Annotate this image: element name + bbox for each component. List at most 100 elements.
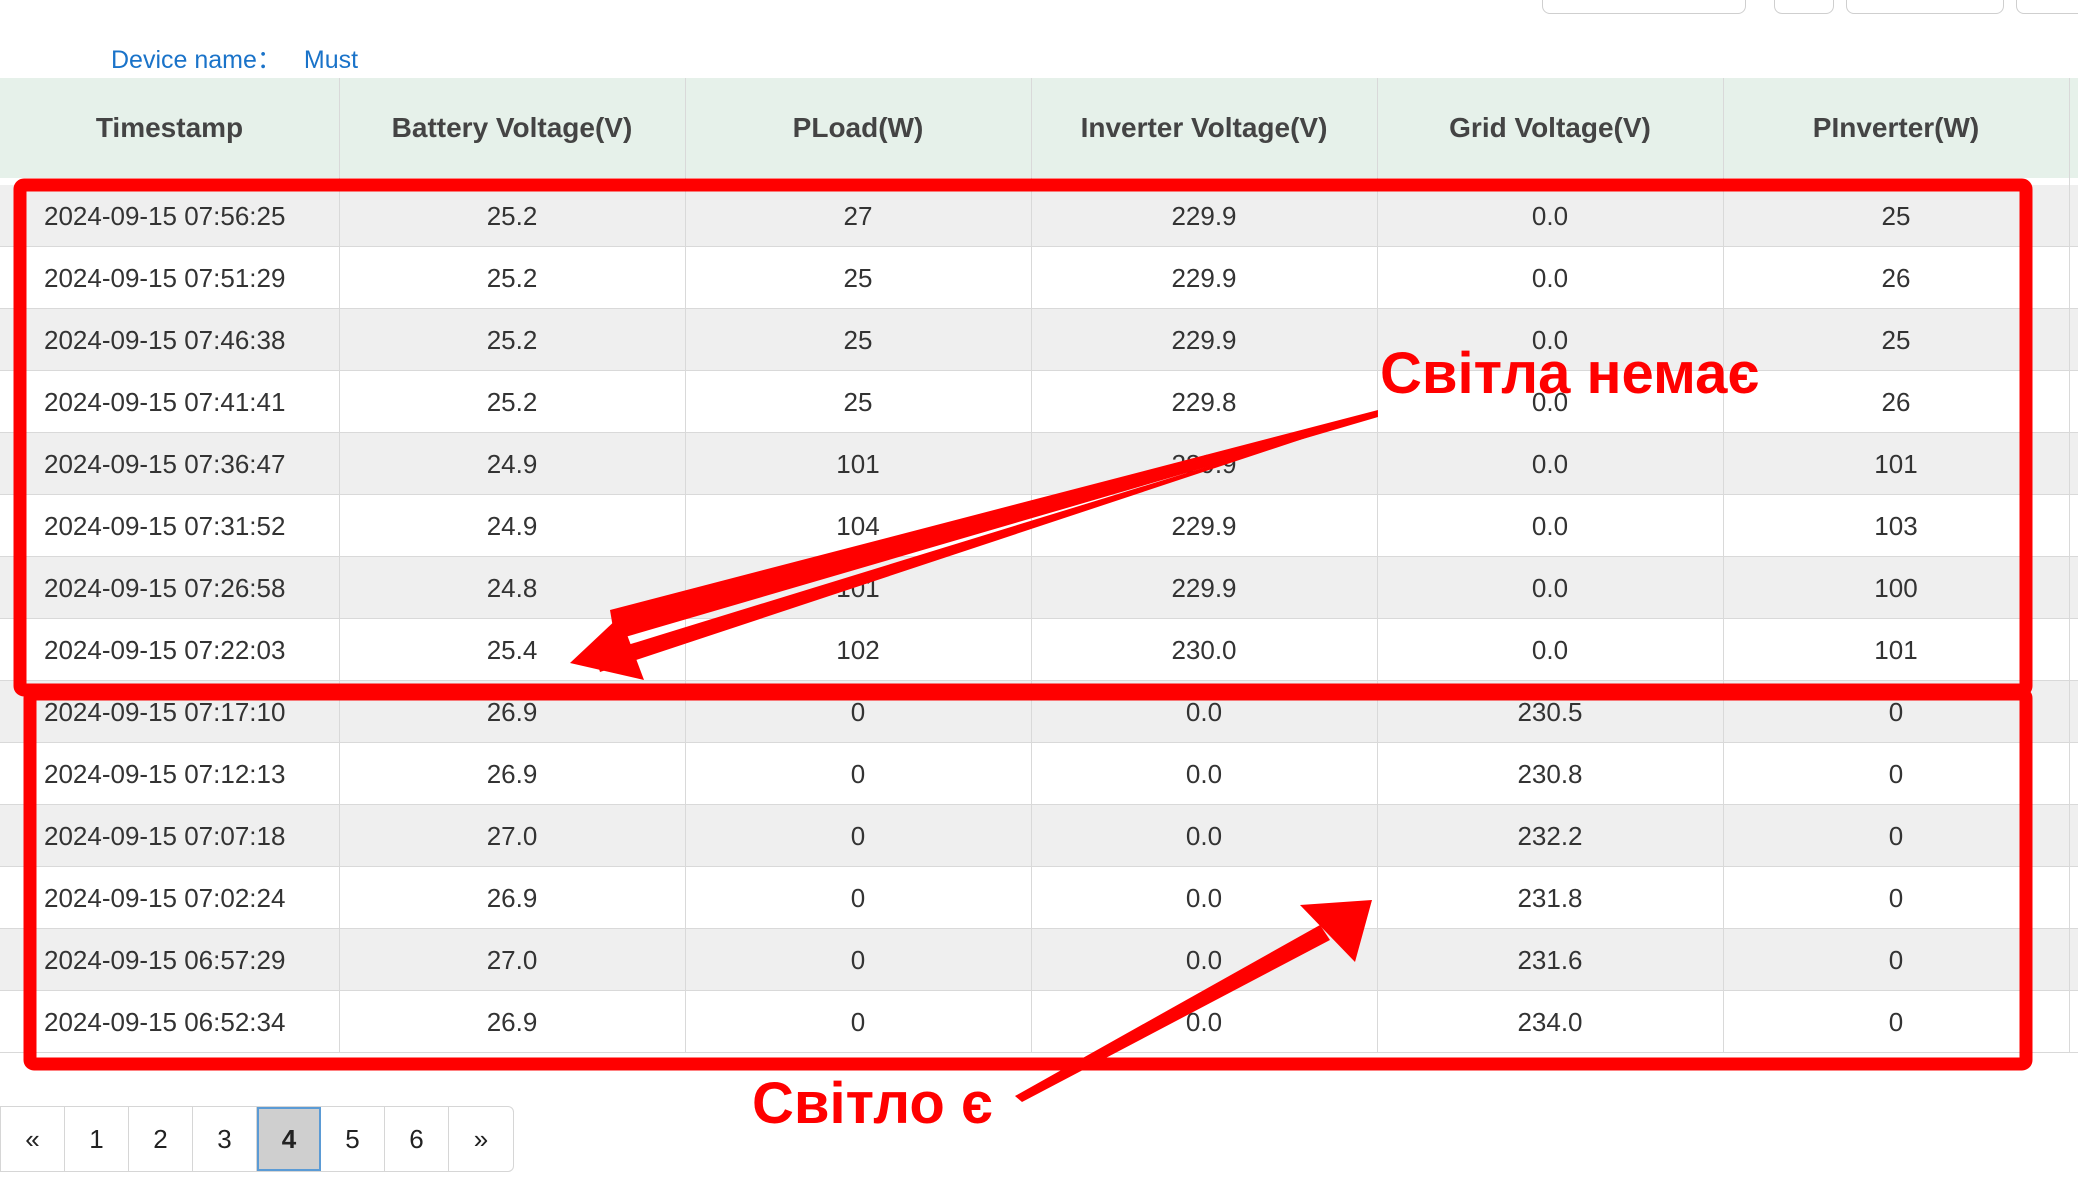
cell-timestamp: 2024-09-15 07:12:13 bbox=[44, 758, 286, 789]
cell-pload: 25 bbox=[843, 262, 873, 293]
cell-timestamp: 2024-09-15 07:41:41 bbox=[44, 386, 286, 417]
table-row: 2024-09-15 06:52:34 26.9 0 0.0 234.0 0 bbox=[0, 991, 2078, 1053]
cell-inverter-voltage: 230.0 bbox=[1171, 634, 1237, 665]
pagination-page-4[interactable]: 4 bbox=[257, 1107, 321, 1171]
table-row: 2024-09-15 07:17:10 26.9 0 0.0 230.5 0 bbox=[0, 681, 2078, 743]
table-header: Timestamp Battery Voltage(V) PLoad(W) Inver… bbox=[0, 78, 2078, 178]
cell-pinverter: 0 bbox=[1888, 758, 1904, 789]
cell-timestamp: 2024-09-15 07:17:10 bbox=[44, 696, 286, 727]
table-row: 2024-09-15 07:26:58 24.8 101 229.9 0.0 100 bbox=[0, 557, 2078, 619]
cell-battery-voltage: 25.2 bbox=[486, 386, 538, 417]
cell-inverter-voltage: 0.0 bbox=[1185, 882, 1223, 913]
cell-grid-voltage: 230.8 bbox=[1517, 758, 1583, 789]
cell-pinverter: 0 bbox=[1888, 1006, 1904, 1037]
column-header-inverter-voltage[interactable]: Inverter Voltage(V) bbox=[1031, 78, 1377, 178]
cell-inverter-voltage: 0.0 bbox=[1185, 944, 1223, 975]
cell-timestamp: 2024-09-15 07:36:47 bbox=[44, 448, 286, 479]
pagination: « 1 2 3 4 5 6 » bbox=[0, 1106, 514, 1172]
top-extra-button[interactable] bbox=[2016, 0, 2078, 14]
table-row: 2024-09-15 07:41:41 25.2 25 229.8 0.0 26 bbox=[0, 371, 2078, 433]
pagination-page-2[interactable]: 2 bbox=[129, 1107, 193, 1171]
cell-pload: 104 bbox=[836, 510, 880, 541]
cell-inverter-voltage: 229.9 bbox=[1171, 510, 1237, 541]
column-divider bbox=[1377, 78, 1378, 1053]
cell-grid-voltage: 231.8 bbox=[1517, 882, 1583, 913]
annotation-power-on: Світло є bbox=[752, 1071, 993, 1136]
table-row: 2024-09-15 07:36:47 24.9 101 229.9 0.0 101 bbox=[0, 433, 2078, 495]
table-row: 2024-09-15 07:02:24 26.9 0 0.0 231.8 0 bbox=[0, 867, 2078, 929]
cell-inverter-voltage: 0.0 bbox=[1185, 820, 1223, 851]
cell-grid-voltage: 232.2 bbox=[1517, 820, 1583, 851]
pagination-next[interactable]: » bbox=[449, 1107, 513, 1171]
pagination-page-1[interactable]: 1 bbox=[65, 1107, 129, 1171]
pagination-page-6[interactable]: 6 bbox=[385, 1107, 449, 1171]
cell-timestamp: 2024-09-15 07:26:58 bbox=[44, 572, 286, 603]
cell-inverter-voltage: 229.9 bbox=[1171, 572, 1237, 603]
device-name-value[interactable]: Must bbox=[304, 46, 358, 74]
device-name: Device name： Must bbox=[111, 40, 358, 76]
column-header-battery-voltage[interactable]: Battery Voltage(V) bbox=[339, 78, 685, 178]
cell-timestamp: 2024-09-15 07:31:52 bbox=[44, 510, 286, 541]
table-row: 2024-09-15 07:56:25 25.2 27 229.9 0.0 25 bbox=[0, 185, 2078, 247]
cell-grid-voltage: 0.0 bbox=[1531, 634, 1569, 665]
cell-inverter-voltage: 229.9 bbox=[1171, 448, 1237, 479]
cell-pinverter: 0 bbox=[1888, 696, 1904, 727]
cell-timestamp: 2024-09-15 06:57:29 bbox=[44, 944, 286, 975]
column-divider bbox=[2069, 78, 2070, 1053]
cell-pinverter: 101 bbox=[1874, 448, 1918, 479]
cell-inverter-voltage: 229.9 bbox=[1171, 262, 1237, 293]
top-filter-input[interactable] bbox=[1542, 0, 1746, 14]
cell-pload: 0 bbox=[850, 882, 866, 913]
column-header-pload[interactable]: PLoad(W) bbox=[685, 78, 1031, 178]
cell-pload: 0 bbox=[850, 696, 866, 727]
cell-grid-voltage: 231.6 bbox=[1517, 944, 1583, 975]
column-header-timestamp[interactable]: Timestamp bbox=[0, 78, 339, 178]
column-divider bbox=[1031, 78, 1032, 1053]
cell-battery-voltage: 25.2 bbox=[486, 262, 538, 293]
table-row: 2024-09-15 07:46:38 25.2 25 229.9 0.0 25 bbox=[0, 309, 2078, 371]
cell-battery-voltage: 24.9 bbox=[486, 448, 538, 479]
column-divider bbox=[685, 78, 686, 1053]
cell-grid-voltage: 230.5 bbox=[1517, 696, 1583, 727]
cell-pinverter: 25 bbox=[1881, 200, 1911, 231]
cell-battery-voltage: 25.2 bbox=[486, 200, 538, 231]
cell-battery-voltage: 25.4 bbox=[486, 634, 538, 665]
cell-grid-voltage: 0.0 bbox=[1531, 448, 1569, 479]
cell-grid-voltage: 0.0 bbox=[1531, 200, 1569, 231]
column-header-pinverter[interactable]: PInverter(W) bbox=[1723, 78, 2069, 178]
cell-pinverter: 25 bbox=[1881, 324, 1911, 355]
cell-battery-voltage: 27.0 bbox=[486, 820, 538, 851]
cell-inverter-voltage: 0.0 bbox=[1185, 758, 1223, 789]
cell-inverter-voltage: 229.8 bbox=[1171, 386, 1237, 417]
cell-pload: 102 bbox=[836, 634, 880, 665]
cell-pinverter: 0 bbox=[1888, 882, 1904, 913]
table-row: 2024-09-15 07:12:13 26.9 0 0.0 230.8 0 bbox=[0, 743, 2078, 805]
cell-pload: 25 bbox=[843, 386, 873, 417]
cell-pload: 0 bbox=[850, 944, 866, 975]
table-row: 2024-09-15 07:22:03 25.4 102 230.0 0.0 101 bbox=[0, 619, 2078, 681]
cell-timestamp: 2024-09-15 07:02:24 bbox=[44, 882, 286, 913]
top-action-button[interactable] bbox=[1846, 0, 2004, 14]
cell-pinverter: 100 bbox=[1874, 572, 1918, 603]
cell-timestamp: 2024-09-15 07:46:38 bbox=[44, 324, 286, 355]
cell-battery-voltage: 26.9 bbox=[486, 1006, 538, 1037]
device-name-label: Device name： bbox=[111, 46, 282, 74]
cell-battery-voltage: 25.2 bbox=[486, 324, 538, 355]
cell-pload: 0 bbox=[850, 758, 866, 789]
cell-grid-voltage: 0.0 bbox=[1531, 262, 1569, 293]
cell-pinverter: 103 bbox=[1874, 510, 1918, 541]
cell-pinverter: 26 bbox=[1881, 262, 1911, 293]
cell-inverter-voltage: 0.0 bbox=[1185, 696, 1223, 727]
cell-pload: 101 bbox=[836, 572, 880, 603]
column-divider bbox=[339, 78, 340, 1053]
top-small-button[interactable] bbox=[1774, 0, 1834, 14]
pagination-page-3[interactable]: 3 bbox=[193, 1107, 257, 1171]
table-row: 2024-09-15 07:51:29 25.2 25 229.9 0.0 26 bbox=[0, 247, 2078, 309]
pagination-prev[interactable]: « bbox=[1, 1107, 65, 1171]
cell-timestamp: 2024-09-15 07:56:25 bbox=[44, 200, 286, 231]
pagination-page-5[interactable]: 5 bbox=[321, 1107, 385, 1171]
cell-inverter-voltage: 229.9 bbox=[1171, 324, 1237, 355]
cell-pinverter: 0 bbox=[1888, 944, 1904, 975]
table-row: 2024-09-15 07:07:18 27.0 0 0.0 232.2 0 bbox=[0, 805, 2078, 867]
column-header-grid-voltage[interactable]: Grid Voltage(V) bbox=[1377, 78, 1723, 178]
